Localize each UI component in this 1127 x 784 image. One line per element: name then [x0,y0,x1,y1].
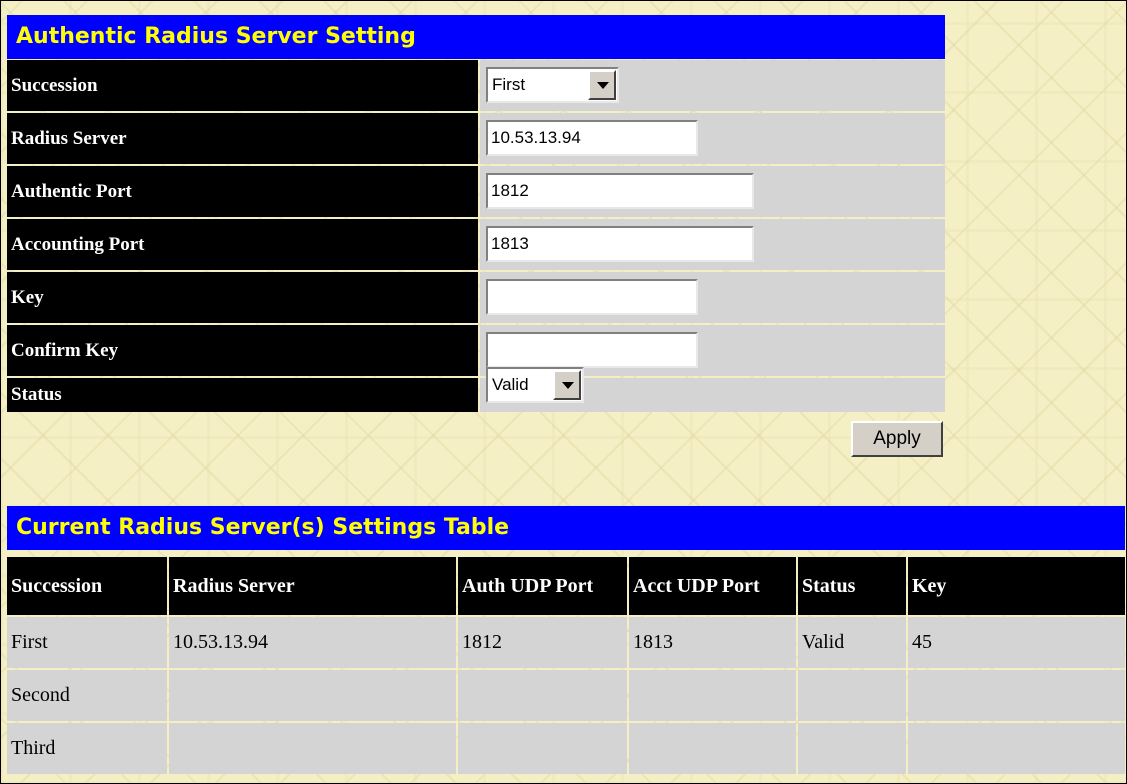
succession-select[interactable]: First [486,67,619,103]
header-radius-server: Radius Server [169,557,456,615]
succession-row: Succession First [7,60,945,113]
table-cell [458,670,627,721]
radius-server-label: Radius Server [7,113,478,164]
status-label: Status [7,378,478,412]
accounting-port-input[interactable]: 1813 [486,226,754,262]
header-status: Status [798,557,906,615]
header-acct-udp-port: Acct UDP Port [629,557,796,615]
header-auth-udp-port: Auth UDP Port [458,557,627,615]
table-cell [798,670,906,721]
table-cell: Third [7,723,167,774]
key-row: Key [7,272,945,325]
table-cell [169,723,456,774]
status-select[interactable]: Valid [486,367,584,403]
chevron-down-icon[interactable] [588,70,616,100]
table-cell [629,723,796,774]
table-cell: 1812 [458,617,627,668]
succession-cell: First [480,60,945,111]
accounting-port-cell: 1813 [480,219,945,270]
radius-server-input[interactable]: 10.53.13.94 [486,120,698,156]
table-cell [169,670,456,721]
authentic-port-input[interactable]: 1812 [486,173,754,209]
authentic-port-cell: 1812 [480,166,945,217]
table-cell: First [7,617,167,668]
table-cell: Second [7,670,167,721]
header-key: Key [908,557,1125,615]
form-title: Authentic Radius Server Setting [7,15,945,59]
authentic-port-label: Authentic Port [7,166,478,217]
succession-label: Succession [7,60,478,111]
succession-select-value: First [492,75,526,94]
table-cell: 10.53.13.94 [169,617,456,668]
chevron-down-icon[interactable] [553,370,581,400]
table-cell [908,670,1125,721]
table-cell: Valid [798,617,906,668]
status-row: Status [7,360,945,413]
table-title: Current Radius Server(s) Settings Table [7,506,1125,550]
table-cell [458,723,627,774]
key-input[interactable] [486,279,698,315]
authentic-port-row: Authentic Port 1812 [7,166,945,219]
radius-server-cell: 10.53.13.94 [480,113,945,164]
header-succession: Succession [7,557,167,615]
table-cell [908,723,1125,774]
table-cell: 45 [908,617,1125,668]
status-select-value: Valid [492,375,529,394]
key-label: Key [7,272,478,323]
table-cell: 1813 [629,617,796,668]
table-cell [798,723,906,774]
table-cell [629,670,796,721]
key-cell [480,272,945,323]
apply-button[interactable]: Apply [851,421,943,457]
accounting-port-row: Accounting Port 1813 [7,219,945,272]
accounting-port-label: Accounting Port [7,219,478,270]
radius-server-row: Radius Server 10.53.13.94 [7,113,945,166]
